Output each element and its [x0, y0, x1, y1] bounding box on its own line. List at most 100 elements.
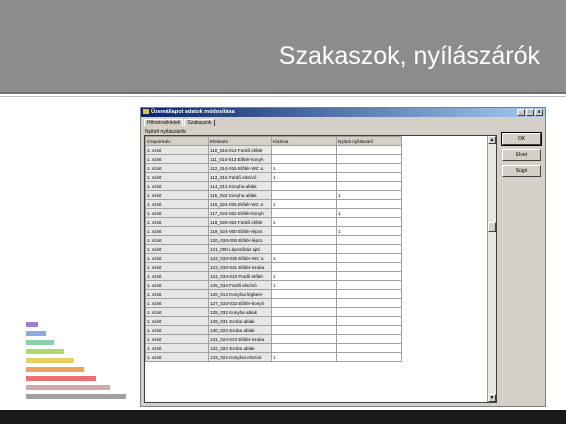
cell-excluded[interactable]: [271, 190, 337, 200]
cell-excluded[interactable]: [271, 244, 337, 254]
cell-element[interactable]: 118_025-024 Fürdő előtér: [208, 217, 272, 227]
column-header-open[interactable]: Nyitott nyílászáró: [336, 136, 402, 146]
cell-open[interactable]: [336, 289, 402, 299]
cancel-button[interactable]: Elvet: [502, 149, 541, 161]
cell-group[interactable]: 1. szint: [145, 244, 209, 254]
cell-open[interactable]: [336, 145, 402, 155]
table-row[interactable]: 1. szint 113_015 Fürdő elszívó 1: [145, 172, 402, 182]
cell-excluded[interactable]: 1: [271, 199, 337, 209]
cell-element[interactable]: 128_032 Konyha ablak: [208, 307, 272, 317]
cell-element[interactable]: 124_034-033 Fürdő előtér: [208, 271, 272, 281]
table-row[interactable]: 1. szint 115_022 Konyha ablak 1: [145, 190, 402, 200]
cell-element[interactable]: 123_033-031 Előtér-szoba: [208, 262, 272, 272]
scroll-thumb[interactable]: [488, 222, 496, 232]
cell-open[interactable]: [336, 262, 402, 272]
table-row[interactable]: 1. szint 131_024-023 Előtér-szoba: [145, 334, 402, 344]
ok-button[interactable]: OK: [501, 132, 542, 146]
cell-element[interactable]: 110_015-014 Fürdő előtér: [208, 145, 272, 155]
cell-element[interactable]: 120_033-000 Előtér-lépcs: [208, 235, 272, 245]
cell-open[interactable]: [336, 244, 402, 254]
cell-open[interactable]: [336, 235, 402, 245]
cell-element[interactable]: 114_013 Konyha ablak: [208, 181, 272, 191]
table-row[interactable]: 1. szint 116_024-026 Előtér-WC a1: [145, 199, 402, 209]
cell-excluded[interactable]: [271, 298, 337, 308]
cell-group[interactable]: 1. szint: [145, 352, 209, 362]
table-row[interactable]: 1. szint 123_033-031 Előtér-szoba: [145, 262, 402, 272]
tab-sections[interactable]: Szakaszok: [184, 119, 215, 126]
cell-excluded[interactable]: [271, 316, 337, 326]
cell-group[interactable]: 1. szint: [145, 145, 209, 155]
cell-group[interactable]: 1. szint: [145, 181, 209, 191]
cell-group[interactable]: 1. szint: [145, 199, 209, 209]
scroll-down-button[interactable]: ▼: [488, 394, 496, 402]
cell-group[interactable]: 1. szint: [145, 280, 209, 290]
cell-open[interactable]: [336, 334, 402, 344]
table-row[interactable]: 1. szint 111_014-013 Előtér-konyh: [145, 154, 402, 164]
cell-open[interactable]: [336, 154, 402, 164]
cell-group[interactable]: 1. szint: [145, 190, 209, 200]
cell-group[interactable]: 1. szint: [145, 271, 209, 281]
cell-element[interactable]: 111_014-013 Előtér-konyh: [208, 154, 272, 164]
cell-element[interactable]: 130_023 Szoba ablak: [208, 325, 272, 335]
cell-open[interactable]: [336, 163, 402, 173]
cell-element[interactable]: 117_024-022 Előtér-konyh: [208, 208, 272, 218]
cell-open[interactable]: [336, 199, 402, 209]
cell-open[interactable]: 1: [336, 190, 402, 200]
cell-group[interactable]: 1. szint: [145, 343, 209, 353]
cell-group[interactable]: 1. szint: [145, 307, 209, 317]
cell-excluded[interactable]: [271, 307, 337, 317]
cell-element[interactable]: 113_015 Fürdő elszívó: [208, 172, 272, 182]
column-header-group[interactable]: Csoportnév: [145, 136, 209, 146]
scroll-up-button[interactable]: ▲: [488, 136, 496, 144]
cell-group[interactable]: 1. szint: [145, 208, 209, 218]
table-row[interactable]: 1. szint 122_033-035 Előtér-WC a1: [145, 253, 402, 263]
cell-excluded[interactable]: 1: [271, 253, 337, 263]
cell-excluded[interactable]: [271, 325, 337, 335]
cell-element[interactable]: 131_024-023 Előtér-szoba: [208, 334, 272, 344]
table-row[interactable]: 1. szint 120_033-000 Előtér-lépcs: [145, 235, 402, 245]
table-row[interactable]: 1. szint 119_024-000 Előtér-lépcs 1: [145, 226, 402, 236]
cell-group[interactable]: 1. szint: [145, 217, 209, 227]
cell-group[interactable]: 1. szint: [145, 253, 209, 263]
cell-open[interactable]: [336, 271, 402, 281]
cell-excluded[interactable]: [271, 235, 337, 245]
cell-group[interactable]: 1. szint: [145, 172, 209, 182]
cell-open[interactable]: [336, 181, 402, 191]
cell-group[interactable]: 1. szint: [145, 163, 209, 173]
cell-open[interactable]: [336, 280, 402, 290]
cell-group[interactable]: 1. szint: [145, 298, 209, 308]
cell-open[interactable]: [336, 325, 402, 335]
cell-excluded[interactable]: [271, 289, 337, 299]
dialog-titlebar[interactable]: Üzemállapot adatok módosítása _ □ x: [141, 108, 545, 117]
cell-open[interactable]: 1: [336, 226, 402, 236]
table-row[interactable]: 1. szint 133_022 Konyhai elszívó 1: [145, 352, 402, 362]
table-row[interactable]: 1. szint 114_013 Konyha ablak: [145, 181, 402, 191]
cell-element[interactable]: 133_022 Konyhai elszívó: [208, 352, 272, 362]
data-grid[interactable]: Csoportnév Elemnév Kizárva Nyitott nyílá…: [144, 135, 497, 403]
table-row[interactable]: 1. szint 124_034-033 Fürdő előtér 1: [145, 271, 402, 281]
cell-open[interactable]: 1: [336, 208, 402, 218]
cell-excluded[interactable]: [271, 208, 337, 218]
cell-excluded[interactable]: 1: [271, 163, 337, 173]
cell-excluded[interactable]: [271, 226, 337, 236]
table-row[interactable]: 1. szint 110_015-014 Fürdő előtér: [145, 145, 402, 155]
cell-excluded[interactable]: [271, 343, 337, 353]
cell-excluded[interactable]: [271, 334, 337, 344]
table-row[interactable]: 1. szint 112_014-016 Előtér-WC a1: [145, 163, 402, 173]
table-row[interactable]: 1. szint 128_032 Konyha ablak: [145, 307, 402, 317]
cell-open[interactable]: [336, 316, 402, 326]
table-row[interactable]: 1. szint 127_033-032 Előtér-konyh: [145, 298, 402, 308]
minimize-button[interactable]: _: [517, 109, 525, 116]
cell-element[interactable]: 132_022 Szoba ablak: [208, 343, 272, 353]
cell-element[interactable]: 125_034 Fürdő elszívó: [208, 280, 272, 290]
cell-excluded[interactable]: 1: [271, 172, 337, 182]
cell-open[interactable]: [336, 298, 402, 308]
cell-open[interactable]: [336, 307, 402, 317]
cell-group[interactable]: 1. szint: [145, 262, 209, 272]
table-row[interactable]: 1. szint 117_024-022 Előtér-konyh 1: [145, 208, 402, 218]
cell-excluded[interactable]: [271, 262, 337, 272]
cell-group[interactable]: 1. szint: [145, 325, 209, 335]
cell-excluded[interactable]: 1: [271, 352, 337, 362]
cell-group[interactable]: 1. szint: [145, 289, 209, 299]
table-row[interactable]: 1. szint 121_000 Lépcsőház ajtó: [145, 244, 402, 254]
